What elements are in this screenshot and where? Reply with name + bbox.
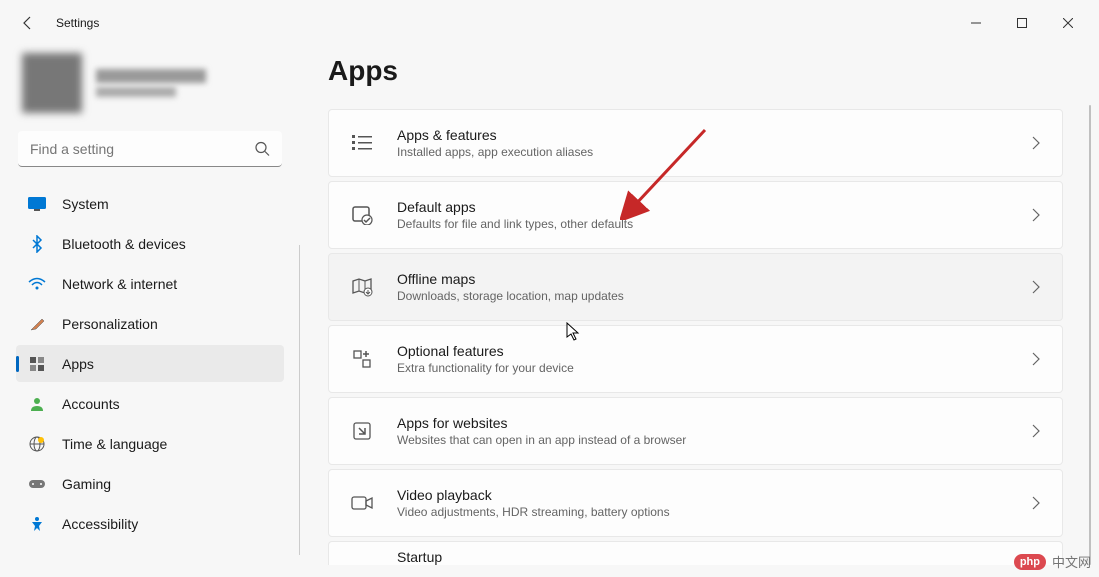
- window-controls: [953, 7, 1091, 39]
- chevron-right-icon: [1032, 208, 1040, 222]
- close-button[interactable]: [1045, 7, 1091, 39]
- person-icon: [28, 395, 46, 413]
- grid-icon: [28, 355, 46, 373]
- search-icon: [255, 142, 270, 157]
- sidebar-item-network[interactable]: Network & internet: [16, 265, 284, 302]
- sidebar-item-personalization[interactable]: Personalization: [16, 305, 284, 342]
- card-apps-features[interactable]: Apps & features Installed apps, app exec…: [328, 109, 1063, 177]
- gamepad-icon: [28, 475, 46, 493]
- startup-icon: [351, 543, 373, 565]
- search-box: [18, 131, 282, 167]
- card-desc: Websites that can open in an app instead…: [397, 433, 1008, 447]
- watermark-badge: php: [1014, 554, 1046, 570]
- maximize-button[interactable]: [999, 7, 1045, 39]
- nav-list: System Bluetooth & devices Network & int…: [12, 185, 288, 542]
- card-desc: Installed apps, app execution aliases: [397, 145, 1008, 159]
- chevron-right-icon: [1032, 352, 1040, 366]
- user-info: [96, 69, 206, 97]
- chevron-right-icon: [1032, 424, 1040, 438]
- sidebar-item-bluetooth[interactable]: Bluetooth & devices: [16, 225, 284, 262]
- card-title: Apps & features: [397, 127, 1008, 143]
- sidebar-item-accessibility[interactable]: Accessibility: [16, 505, 284, 542]
- default-icon: [351, 204, 373, 226]
- search-input[interactable]: [18, 131, 282, 167]
- sidebar-item-label: Accessibility: [62, 516, 138, 532]
- sidebar-item-label: Network & internet: [62, 276, 177, 292]
- minimize-icon: [971, 18, 981, 28]
- card-desc: Video adjustments, HDR streaming, batter…: [397, 505, 1008, 519]
- maximize-icon: [1017, 18, 1027, 28]
- wifi-icon: [28, 275, 46, 293]
- card-title: Startup: [397, 549, 1040, 565]
- user-name: [96, 69, 206, 83]
- card-desc: Defaults for file and link types, other …: [397, 217, 1008, 231]
- sidebar-item-label: Accounts: [62, 396, 120, 412]
- user-email: [96, 87, 176, 97]
- back-arrow-icon: [20, 15, 36, 31]
- sidebar: System Bluetooth & devices Network & int…: [0, 45, 300, 577]
- sidebar-item-label: Bluetooth & devices: [62, 236, 186, 252]
- list-icon: [351, 132, 373, 154]
- card-title: Video playback: [397, 487, 1008, 503]
- card-desc: Extra functionality for your device: [397, 361, 1008, 375]
- chevron-right-icon: [1032, 280, 1040, 294]
- page-title: Apps: [328, 55, 1071, 87]
- minimize-button[interactable]: [953, 7, 999, 39]
- card-optional-features[interactable]: Optional features Extra functionality fo…: [328, 325, 1063, 393]
- sidebar-item-label: Time & language: [62, 436, 167, 452]
- sidebar-item-label: Apps: [62, 356, 94, 372]
- watermark-text: 中文网: [1052, 552, 1091, 571]
- window-title: Settings: [56, 16, 99, 30]
- sidebar-item-label: Personalization: [62, 316, 158, 332]
- display-icon: [28, 195, 46, 213]
- optional-icon: [351, 348, 373, 370]
- card-default-apps[interactable]: Default apps Defaults for file and link …: [328, 181, 1063, 249]
- chevron-right-icon: [1032, 496, 1040, 510]
- video-icon: [351, 492, 373, 514]
- content-area: Apps Apps & features Installed apps, app…: [300, 45, 1099, 577]
- chevron-right-icon: [1032, 136, 1040, 150]
- sidebar-item-apps[interactable]: Apps: [16, 345, 284, 382]
- card-list: Apps & features Installed apps, app exec…: [328, 109, 1071, 565]
- globe-icon: [28, 435, 46, 453]
- sidebar-item-time[interactable]: Time & language: [16, 425, 284, 462]
- card-offline-maps[interactable]: Offline maps Downloads, storage location…: [328, 253, 1063, 321]
- watermark: php 中文网: [1014, 552, 1091, 571]
- sidebar-item-label: System: [62, 196, 109, 212]
- card-desc: Downloads, storage location, map updates: [397, 289, 1008, 303]
- sidebar-item-system[interactable]: System: [16, 185, 284, 222]
- website-icon: [351, 420, 373, 442]
- card-title: Default apps: [397, 199, 1008, 215]
- map-icon: [351, 276, 373, 298]
- card-title: Offline maps: [397, 271, 1008, 287]
- scrollbar[interactable]: [1089, 105, 1091, 565]
- sidebar-item-accounts[interactable]: Accounts: [16, 385, 284, 422]
- sidebar-item-label: Gaming: [62, 476, 111, 492]
- accessibility-icon: [28, 515, 46, 533]
- user-section[interactable]: [12, 45, 288, 131]
- card-title: Apps for websites: [397, 415, 1008, 431]
- card-startup[interactable]: Startup: [328, 541, 1063, 565]
- card-apps-websites[interactable]: Apps for websites Websites that can open…: [328, 397, 1063, 465]
- avatar: [22, 53, 82, 113]
- brush-icon: [28, 315, 46, 333]
- bluetooth-icon: [28, 235, 46, 253]
- card-title: Optional features: [397, 343, 1008, 359]
- card-video-playback[interactable]: Video playback Video adjustments, HDR st…: [328, 469, 1063, 537]
- back-button[interactable]: [8, 3, 48, 43]
- close-icon: [1063, 18, 1073, 28]
- titlebar: Settings: [0, 0, 1099, 45]
- sidebar-item-gaming[interactable]: Gaming: [16, 465, 284, 502]
